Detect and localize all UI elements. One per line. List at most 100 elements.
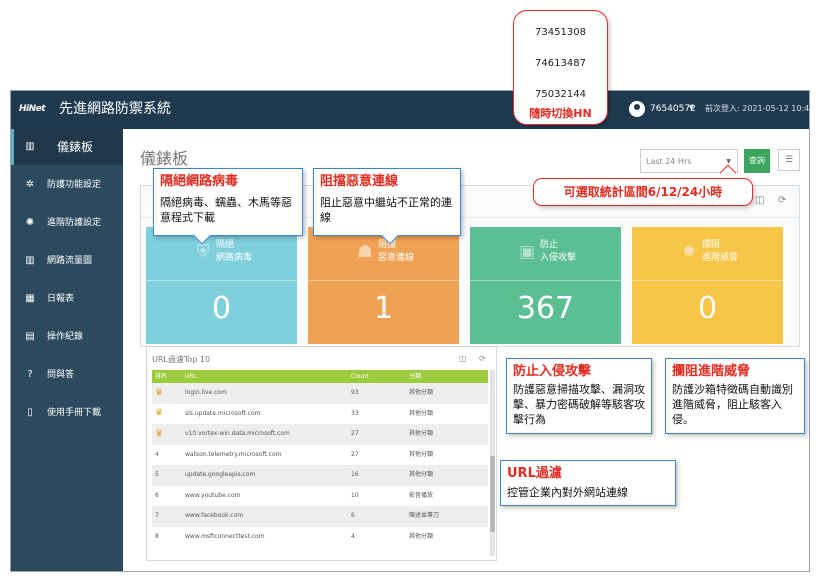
url-cell: sls.update.microsoft.com <box>182 403 348 424</box>
category-cell: 其他分類 <box>406 526 488 547</box>
callout-title: 隔絕網路病毒 <box>160 174 239 189</box>
column-header-category[interactable]: 分類 <box>406 370 488 383</box>
category-cell: 其他分類 <box>406 403 488 424</box>
hn-number[interactable]: 74613487 <box>514 57 607 71</box>
hinet-logo: HiNet <box>19 104 46 114</box>
lock-icon: ▣ <box>518 242 536 262</box>
active-indicator <box>11 129 14 165</box>
category-cell: 其他分類 <box>406 465 488 486</box>
count-cell: 93 <box>348 383 406 404</box>
sidebar-item-label: 操作紀錄 <box>47 332 84 342</box>
sidebar-item-label: 使用手冊下載 <box>47 408 102 418</box>
app-window: HiNet 先進網路防禦系統 76540572 ▾ 前次登入: 2021-05-… <box>10 90 810 572</box>
column-header-url[interactable]: URL <box>182 370 348 383</box>
url-cell: v10.vortex-win.data.microsoft.com <box>182 424 348 445</box>
table-row[interactable]: 5 update.googleapis.com 16 其他分類 <box>152 465 488 486</box>
chevron-down-icon[interactable]: ▾ <box>689 101 694 115</box>
chart-icon: ▥ <box>25 141 35 152</box>
stat-value: 367 <box>516 291 575 326</box>
url-cell: login.live.com <box>182 383 348 404</box>
stat-card-threat: ✹ 攔阻 進階威脅 0 <box>632 227 783 344</box>
rank-cell: 7 <box>152 506 182 527</box>
user-icon[interactable] <box>629 101 645 117</box>
list-view-button[interactable]: ☰ <box>778 149 800 171</box>
stat-card-intrusion: ▣ 防止 入侵攻擊 367 <box>470 227 621 344</box>
spy-icon: ☗ <box>357 242 373 262</box>
virus-callout: 隔絕網路病毒 隔絕病毒、蠕蟲、木馬等惡意程式下載 <box>153 168 303 245</box>
table-row[interactable]: 6 www.youtube.com 10 影音播放 <box>152 485 488 506</box>
bug-icon: ✹ <box>681 242 697 262</box>
category-cell: 陳述並專刀 <box>406 506 488 527</box>
count-cell: 16 <box>348 465 406 486</box>
stat-card-virus: ⛨ 隔絕 網路病毒 0 <box>146 227 297 344</box>
divider <box>146 280 297 281</box>
columns-icon[interactable]: ◫ <box>755 194 764 208</box>
table-row[interactable]: 8 www.msftconnecttest.com 4 其他分類 <box>152 526 488 547</box>
gears-icon: ✺ <box>25 217 35 228</box>
refresh-icon[interactable]: ⟳ <box>778 194 786 208</box>
sidebar: ▥ 儀錶板 ✲ 防護功能設定 ✺ 進階防護設定 ▥ 網路流量圖 ▦ 日報表 ▤ … <box>11 129 123 571</box>
url-cell: www.msftconnecttest.com <box>182 526 348 547</box>
column-header-rank[interactable]: 排名 <box>152 370 182 383</box>
count-cell: 10 <box>348 485 406 506</box>
category-cell: 影音播放 <box>406 485 488 506</box>
calendar-icon: ▦ <box>25 293 35 304</box>
url-cell: www.facebook.com <box>182 506 348 527</box>
file-icon: ▤ <box>25 331 35 342</box>
time-range-value: Last 24 Hrs <box>646 157 692 166</box>
app-title: 先進網路防禦系統 <box>59 101 171 117</box>
url-filter-panel: URL過濾Top 10 ◫ ⟳ 排名 URL Count 分類 ♛1login.… <box>146 346 497 561</box>
table-row[interactable]: 7 www.facebook.com 6 陳述並專刀 <box>152 506 488 527</box>
stat-card-malicious: ☗ 阻擋 惡意連線 1 <box>308 227 459 344</box>
divider <box>308 280 459 281</box>
shield-icon: ⛨ <box>196 242 210 262</box>
count-cell: 4 <box>348 526 406 547</box>
sidebar-item-advanced-settings[interactable]: ✺ 進階防護設定 <box>11 205 123 241</box>
hn-switch-callout: 73451308 74613487 75032144 隨時切換HN <box>513 10 608 125</box>
callout-desc: 防護惡意掃描攻擊、漏洞攻擊、暴力密碼破解等駭客攻擊行為 <box>513 383 645 426</box>
column-header-count[interactable]: Count <box>348 370 406 383</box>
url-panel-title: URL過濾Top 10 <box>152 355 211 364</box>
sidebar-item-faq[interactable]: ? 問與答 <box>11 357 123 393</box>
callout-desc: 隔絕病毒、蠕蟲、木馬等惡意程式下載 <box>160 196 292 224</box>
sidebar-item-manual-download[interactable]: ▯ 使用手冊下載 <box>11 395 123 431</box>
sidebar-item-daily-report[interactable]: ▦ 日報表 <box>11 281 123 317</box>
divider <box>470 280 621 281</box>
question-icon: ? <box>27 369 33 380</box>
sidebar-item-dashboard[interactable]: ▥ 儀錶板 <box>11 129 123 165</box>
query-button[interactable]: 查詢 <box>744 149 770 173</box>
malicious-callout: 阻擋惡意連線 阻止惡意中繼站不正常的連線 <box>313 168 461 245</box>
callout-title: 防止入侵攻擊 <box>513 364 592 379</box>
scrollbar-thumb[interactable] <box>490 456 495 532</box>
stat-value: 1 <box>373 291 394 326</box>
sidebar-item-label: 防護功能設定 <box>47 180 102 190</box>
threat-callout: 攔阻進階威脅 防護沙箱特徵碼自動識別進階威脅，阻止駭客入侵。 <box>665 358 805 434</box>
scrollbar[interactable] <box>490 370 495 556</box>
sidebar-item-label: 儀錶板 <box>57 140 94 154</box>
book-icon: ▯ <box>27 407 33 418</box>
sidebar-item-operation-log[interactable]: ▤ 操作紀錄 <box>11 319 123 355</box>
callout-title: 攔阻進階威脅 <box>672 364 751 379</box>
columns-icon[interactable]: ◫ <box>459 353 467 365</box>
sidebar-item-traffic[interactable]: ▥ 網路流量圖 <box>11 243 123 279</box>
category-cell: 其他分類 <box>406 444 488 465</box>
bar-chart-icon: ▥ <box>25 255 35 266</box>
table-row[interactable]: ♛1login.live.com93其他分類 <box>152 383 488 404</box>
hn-number[interactable]: 73451308 <box>514 26 607 40</box>
table-row[interactable]: ♛2sls.update.microsoft.com33其他分類 <box>152 403 488 424</box>
table-row[interactable]: 4 watson.telemetry.microsoft.com 27 其他分類 <box>152 444 488 465</box>
url-cell: watson.telemetry.microsoft.com <box>182 444 348 465</box>
hn-number[interactable]: 75032144 <box>514 88 607 102</box>
url-filter-callout: URL過濾 控管企業內對外網站連線 <box>500 460 676 506</box>
callout-desc: 防護沙箱特徵碼自動識別進階威脅，阻止駭客入侵。 <box>672 383 793 426</box>
refresh-icon[interactable]: ⟳ <box>479 353 486 365</box>
rank-cell: 5 <box>152 465 182 486</box>
table-row[interactable]: ♛3v10.vortex-win.data.microsoft.com27其他分… <box>152 424 488 445</box>
sidebar-item-label: 問與答 <box>47 370 75 380</box>
rank-cell: 8 <box>152 526 182 547</box>
stat-value: 0 <box>211 291 232 326</box>
url-cell: www.youtube.com <box>182 485 348 506</box>
sidebar-item-protection-settings[interactable]: ✲ 防護功能設定 <box>11 167 123 203</box>
callout-title: 阻擋惡意連線 <box>320 174 399 189</box>
category-cell: 其他分類 <box>406 424 488 445</box>
